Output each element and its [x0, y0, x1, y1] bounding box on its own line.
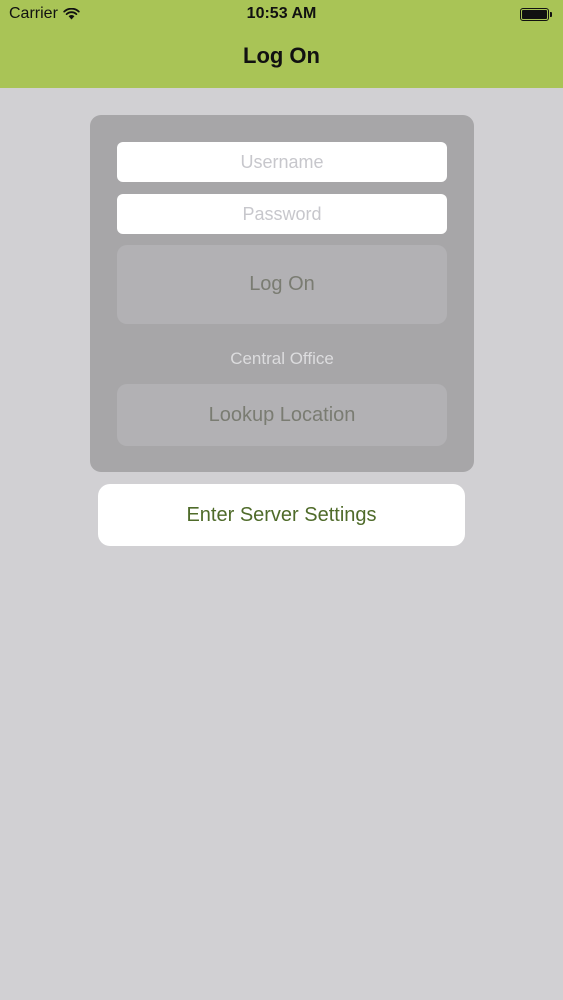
- status-time: 10:53 AM: [246, 5, 317, 22]
- nav-bar: Carrier 10:53 AM Log On: [0, 0, 563, 88]
- username-field[interactable]: [117, 142, 447, 182]
- lookup-location-button[interactable]: Lookup Location: [117, 384, 447, 446]
- enter-server-settings-button[interactable]: Enter Server Settings: [98, 484, 465, 546]
- location-label: Central Office: [230, 349, 334, 368]
- log-on-button[interactable]: Log On: [117, 245, 447, 324]
- page-title: Log On: [243, 43, 320, 68]
- password-field[interactable]: [117, 194, 447, 234]
- login-panel: Log On Central Office Lookup Location: [90, 115, 474, 472]
- battery-full-icon: [520, 7, 554, 22]
